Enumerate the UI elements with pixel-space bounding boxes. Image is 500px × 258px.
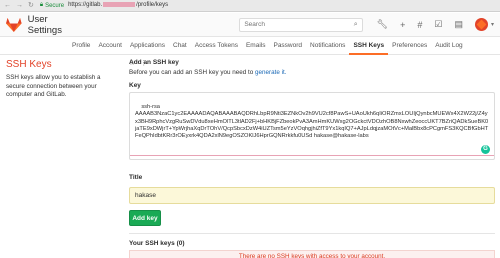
- add-key-button[interactable]: Add key: [129, 210, 161, 226]
- url-suffix: /profile/keys: [136, 2, 169, 9]
- top-navbar: User Settings ⌕ 🔧︎ + # ☑ ▤ ▾: [0, 13, 500, 37]
- section-heading: SSH Keys: [6, 59, 52, 70]
- tab-access-tokens[interactable]: Access Tokens: [191, 38, 242, 55]
- spellcheck-underline: [130, 155, 494, 156]
- tab-emails[interactable]: Emails: [242, 38, 270, 55]
- back-icon[interactable]: ←: [4, 2, 11, 9]
- address-bar[interactable]: https://gitlab. /profile/keys: [68, 2, 169, 9]
- tab-profile[interactable]: Profile: [68, 38, 94, 55]
- settings-tabs: Profile Account Applications Chat Access…: [0, 38, 500, 55]
- sidebar-description: SSH Keys SSH keys allow you to establish…: [6, 59, 114, 100]
- title-label: Title: [129, 174, 143, 181]
- tab-audit-log[interactable]: Audit Log: [431, 38, 466, 55]
- key-textarea[interactable]: ssh-rsa AAAAB3NzaC1yc2EAAAADAQABAAABAQDR…: [129, 92, 495, 160]
- key-value: ssh-rsa AAAAB3NzaC1yc2EAAAADAQABAAABAQDR…: [135, 104, 489, 140]
- avatar[interactable]: [474, 18, 488, 31]
- search-icon: ⌕: [353, 20, 358, 28]
- checklist-icon[interactable]: ☑: [434, 19, 442, 30]
- redacted-domain: [103, 2, 136, 8]
- browser-chrome: ← → ↻ 🔒︎ Secure https://gitlab. /profile/…: [0, 0, 500, 67]
- ssh-key-form: Add an SSH key Before you can add an SSH…: [129, 59, 495, 258]
- key-label: Key: [129, 82, 141, 89]
- search-input[interactable]: [244, 21, 354, 28]
- intro-text: Before you can add an SSH key you need t…: [129, 69, 495, 76]
- tab-chat[interactable]: Chat: [169, 38, 191, 55]
- generate-link[interactable]: generate it.: [255, 69, 287, 76]
- secure-label: Secure: [45, 2, 65, 9]
- forward-icon[interactable]: →: [16, 2, 23, 9]
- form-title: Add an SSH key: [129, 59, 179, 66]
- tab-notifications[interactable]: Notifications: [306, 38, 349, 55]
- tab-account[interactable]: Account: [94, 38, 126, 55]
- chevron-down-icon[interactable]: ▾: [491, 21, 494, 28]
- divider: [129, 233, 495, 234]
- search-field[interactable]: ⌕: [239, 17, 363, 32]
- document-icon[interactable]: ▤: [454, 19, 463, 30]
- tab-password[interactable]: Password: [269, 38, 306, 55]
- page-title: User Settings: [27, 13, 62, 36]
- tab-applications[interactable]: Applications: [126, 38, 169, 55]
- tab-ssh-keys[interactable]: SSH Keys: [349, 38, 389, 55]
- lock-icon: 🔒︎: [39, 2, 44, 8]
- intro-text-body: Before you can add an SSH key you need t…: [129, 69, 256, 76]
- wrench-icon[interactable]: 🔧︎: [377, 19, 388, 30]
- title-field[interactable]: [129, 187, 495, 204]
- reload-icon[interactable]: ↻: [28, 2, 34, 9]
- plus-icon[interactable]: +: [400, 20, 405, 30]
- tab-preferences[interactable]: Preferences: [388, 38, 431, 55]
- gitlab-logo-icon[interactable]: [6, 17, 22, 32]
- hash-icon[interactable]: #: [417, 20, 422, 30]
- grammarly-icon[interactable]: G: [481, 145, 490, 154]
- section-description: SSH keys allow you to establish a secure…: [6, 74, 101, 98]
- empty-keys-alert: There are no SSH keys with access to you…: [129, 250, 495, 258]
- url-prefix: https://gitlab.: [68, 2, 103, 9]
- keys-list-heading: Your SSH keys (0): [129, 240, 185, 247]
